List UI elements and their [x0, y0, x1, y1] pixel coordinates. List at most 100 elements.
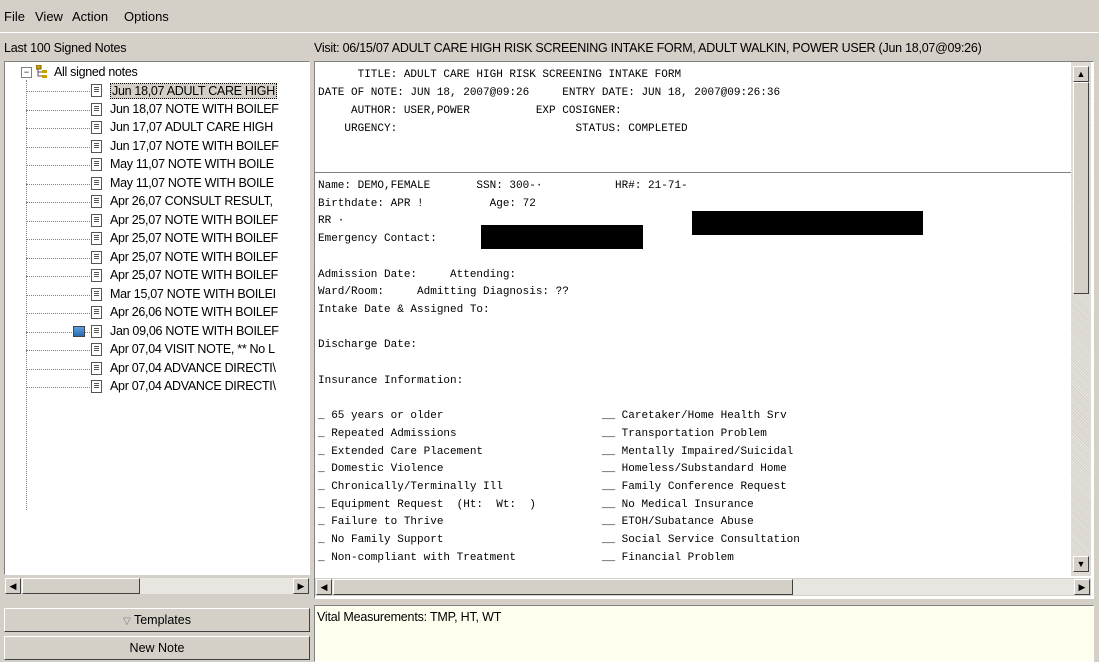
folder-tree-icon	[35, 64, 50, 78]
note-list-item[interactable]: Jun 18,07 NOTE WITH BOILEF	[5, 101, 309, 119]
vital-measurements-text: Vital Measurements: TMP, HT, WT	[317, 610, 502, 624]
note-list-item-label: Apr 25,07 NOTE WITH BOILEF	[110, 231, 278, 245]
note-list-item-label: Apr 26,07 CONSULT RESULT,	[110, 194, 273, 208]
tree-hscrollbar[interactable]: ◀ ▶	[4, 577, 310, 595]
tree-root-label: All signed notes	[54, 65, 138, 79]
note-header-line: DATE OF NOTE: JUN 18, 2007@09:26 ENTRY D…	[318, 87, 781, 99]
note-list-item[interactable]: Jan 09,06 NOTE WITH BOILEF	[5, 323, 309, 341]
note-list-item[interactable]: Jun 17,07 NOTE WITH BOILEF	[5, 138, 309, 156]
note-list-item[interactable]: Apr 07,04 VISIT NOTE, ** No L	[5, 341, 309, 359]
new-note-button[interactable]: New Note	[4, 636, 310, 660]
signed-notes-header: Last 100 Signed Notes	[4, 41, 127, 55]
note-list-item[interactable]: Jun 18,07 ADULT CARE HIGH	[5, 82, 309, 100]
scroll-thumb[interactable]	[22, 578, 140, 594]
document-icon	[91, 158, 102, 171]
note-list-item-label: Apr 25,07 NOTE WITH BOILEF	[110, 212, 278, 227]
note-list-item-label: May 11,07 NOTE WITH BOILE	[110, 175, 274, 190]
note-hscrollbar[interactable]: ◀ ▶	[315, 578, 1091, 596]
note-list-item[interactable]: Apr 07,04 ADVANCE DIRECTI\	[5, 360, 309, 378]
document-icon	[91, 139, 102, 153]
scroll-right-button[interactable]: ▶	[293, 578, 309, 594]
note-body-line: Name: DEMO,FEMALE SSN: 300-· HR#: 21-71-	[318, 180, 688, 192]
scroll-down-button[interactable]: ▼	[1073, 556, 1089, 572]
scroll-left-button[interactable]: ◀	[316, 579, 332, 595]
menu-file[interactable]: File	[4, 9, 25, 24]
note-body-line: _ Chronically/Terminally Ill __ Family C…	[318, 480, 787, 493]
document-icon	[91, 343, 102, 356]
note-list-item[interactable]: Apr 25,07 NOTE WITH BOILEF	[5, 267, 309, 285]
note-list-item-label: Apr 25,07 NOTE WITH BOILEF	[110, 268, 278, 282]
note-body-line: _ Repeated Admissions __ Transportation …	[318, 427, 767, 440]
note-header-line: AUTHOR: USER,POWER EXP COSIGNER:	[318, 105, 622, 117]
triangle-down-icon: ▽	[123, 616, 131, 627]
document-icon	[91, 287, 102, 301]
document-icon	[91, 102, 102, 116]
visit-header: Visit: 06/15/07 ADULT CARE HIGH RISK SCR…	[314, 41, 982, 55]
scroll-thumb[interactable]	[333, 579, 793, 595]
document-icon	[91, 306, 102, 319]
note-body-line: _ Extended Care Placement __ Mentally Im…	[318, 445, 794, 458]
note-list-item[interactable]: May 11,07 NOTE WITH BOILE	[5, 156, 309, 174]
scroll-thumb[interactable]	[1073, 82, 1089, 294]
note-list-item-label: Apr 07,04 VISIT NOTE, ** No L	[110, 342, 275, 356]
note-divider	[315, 172, 1071, 173]
document-icon	[91, 195, 102, 208]
templates-button[interactable]: ▽ Templates	[4, 608, 310, 632]
notes-tree[interactable]: − All signed notes Jun 18,07 ADULT CARE …	[4, 61, 310, 575]
document-icon	[91, 361, 102, 375]
note-body-line: Birthdate: APR ! Age: 72	[318, 197, 536, 210]
note-list-item[interactable]: Apr 25,07 NOTE WITH BOILEF	[5, 212, 309, 230]
note-body-line: Intake Date & Assigned To:	[318, 303, 490, 316]
image-attachment-icon	[73, 325, 85, 337]
note-header-line: URGENCY: STATUS: COMPLETED	[318, 123, 688, 135]
redaction-box	[481, 225, 643, 249]
tree-root[interactable]: − All signed notes	[5, 64, 309, 82]
note-body-line: _ Non-compliant with Treatment __ Financ…	[318, 551, 734, 564]
note-body-line: Ward/Room: Admitting Diagnosis: ??	[318, 286, 569, 299]
note-list-item[interactable]: May 11,07 NOTE WITH BOILE	[5, 175, 309, 193]
note-body-line: _ 65 years or older __ Caretaker/Home He…	[318, 410, 787, 423]
note-list-item[interactable]: Apr 07,04 ADVANCE DIRECTI\	[5, 378, 309, 396]
note-list-item[interactable]: Jun 17,07 ADULT CARE HIGH	[5, 119, 309, 137]
note-list-item-label: Jun 18,07 ADULT CARE HIGH	[110, 83, 277, 99]
note-body-line: Insurance Information:	[318, 374, 464, 387]
note-list-item[interactable]: Mar 15,07 NOTE WITH BOILEI	[5, 286, 309, 304]
document-icon	[91, 250, 102, 264]
scroll-up-button[interactable]: ▲	[1073, 66, 1089, 82]
note-list-item-label: Jun 18,07 NOTE WITH BOILEF	[110, 101, 279, 116]
note-body-line: RR ·	[318, 215, 345, 228]
note-list-item-label: May 11,07 NOTE WITH BOILE	[110, 157, 274, 171]
note-list-item[interactable]: Apr 25,07 NOTE WITH BOILEF	[5, 249, 309, 267]
collapse-icon[interactable]: −	[21, 67, 32, 78]
menu-bar: File View Action Options	[0, 0, 1099, 33]
note-text-area[interactable]: TITLE: ADULT CARE HIGH RISK SCREENING IN…	[314, 61, 1094, 599]
scroll-right-button[interactable]: ▶	[1074, 579, 1090, 595]
note-body-line: _ No Family Support __ Social Service Co…	[318, 534, 800, 546]
note-list-item-label: Mar 15,07 NOTE WITH BOILEI	[110, 286, 276, 301]
note-list-item[interactable]: Apr 26,07 CONSULT RESULT,	[5, 193, 309, 211]
document-icon	[91, 232, 102, 245]
note-body-line: _ Domestic Violence __ Homeless/Substand…	[318, 463, 787, 476]
note-list-item[interactable]: Apr 25,07 NOTE WITH BOILEF	[5, 230, 309, 248]
note-list-item-label: Jan 09,06 NOTE WITH BOILEF	[110, 323, 279, 338]
document-icon	[91, 176, 102, 190]
document-icon	[91, 380, 102, 393]
note-list-item-label: Jun 17,07 NOTE WITH BOILEF	[110, 138, 279, 153]
note-list-item[interactable]: Apr 26,06 NOTE WITH BOILEF	[5, 304, 309, 322]
menu-view[interactable]: View	[35, 9, 63, 24]
note-list-item-label: Jun 17,07 ADULT CARE HIGH	[110, 120, 273, 134]
redaction-box	[692, 211, 923, 235]
note-list-item-label: Apr 07,04 ADVANCE DIRECTI\	[110, 379, 276, 393]
menu-options[interactable]: Options	[124, 9, 169, 24]
document-icon	[91, 84, 102, 97]
menu-action[interactable]: Action	[72, 9, 108, 24]
scroll-left-button[interactable]: ◀	[5, 578, 21, 594]
document-icon	[91, 269, 102, 282]
note-body-line: Discharge Date:	[318, 339, 418, 352]
note-header-line: TITLE: ADULT CARE HIGH RISK SCREENING IN…	[318, 69, 682, 81]
note-vscrollbar[interactable]: ▲ ▼	[1071, 62, 1091, 576]
note-list-item-label: Apr 25,07 NOTE WITH BOILEF	[110, 249, 278, 264]
templates-label: Templates	[133, 613, 191, 627]
document-icon	[91, 213, 102, 227]
document-icon	[91, 324, 102, 338]
